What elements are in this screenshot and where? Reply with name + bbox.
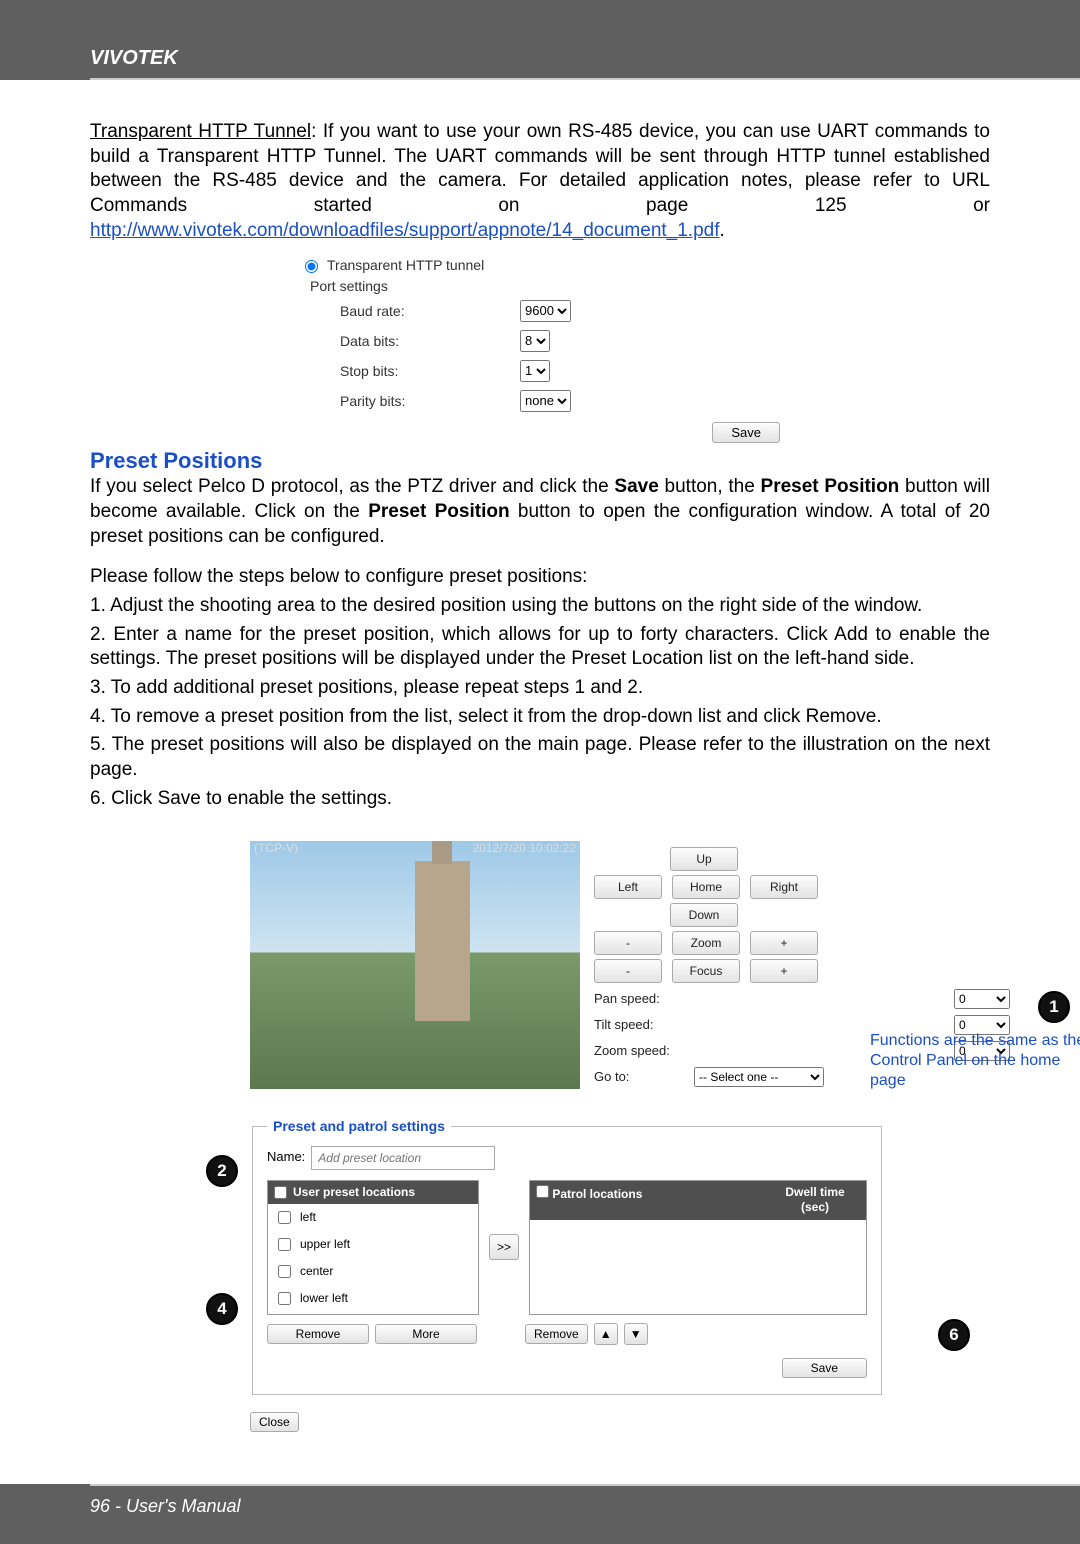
user-preset-header: User preset locations (293, 1185, 415, 1201)
focus-in-button[interactable]: + (750, 959, 818, 983)
ptz-down-button[interactable]: Down (670, 903, 738, 927)
patrol-remove-button[interactable]: Remove (525, 1324, 588, 1344)
preset-checkbox[interactable] (278, 1238, 291, 1251)
tilt-speed-label: Tilt speed: (594, 1017, 694, 1034)
zoom-in-button[interactable]: + (750, 931, 818, 955)
preset-patrol-legend: Preset and patrol settings (267, 1117, 451, 1135)
video-preview: (TCP-V) 2012/7/20 10:02:22 (250, 841, 580, 1089)
page-content: Transparent HTTP Tunnel: If you want to … (90, 120, 990, 1434)
focus-label: Focus (672, 959, 740, 983)
badge-4: 4 (206, 1293, 238, 1325)
footer-text: 96 - User's Manual (90, 1496, 241, 1517)
parity-bits-select[interactable]: none (520, 390, 571, 412)
list-item[interactable]: upper left (268, 1231, 478, 1258)
footer-overline (90, 1484, 1080, 1486)
pan-speed-select[interactable]: 0 (954, 989, 1010, 1009)
port-settings-label: Port settings (300, 277, 780, 295)
preset-config-figure: (TCP-V) 2012/7/20 10:02:22 Up Left Home … (250, 841, 1010, 1433)
preset-paragraph: If you select Pelco D protocol, as the P… (90, 475, 990, 549)
preset-item-label: center (300, 1264, 333, 1280)
user-preset-list: User preset locations left upper left ce… (267, 1180, 479, 1316)
patrol-down-button[interactable]: ▼ (624, 1323, 648, 1345)
baud-label: Baud rate: (300, 302, 520, 320)
zoom-out-button[interactable]: - (594, 931, 662, 955)
preset-name-input[interactable] (311, 1146, 495, 1170)
pan-speed-label: Pan speed: (594, 991, 694, 1008)
tunnel-label: Transparent HTTP Tunnel (90, 121, 311, 142)
close-button[interactable]: Close (250, 1412, 299, 1432)
stop-bits-select[interactable]: 1 (520, 360, 550, 382)
video-timestamp: 2012/7/20 10:02:22 (473, 841, 576, 861)
tunnel-radio-label: Transparent HTTP tunnel (327, 256, 484, 274)
period: . (720, 220, 725, 241)
ptz-left-button[interactable]: Left (594, 875, 662, 899)
preset-patrol-fieldset: Preset and patrol settings Name: User pr… (252, 1117, 882, 1394)
section-title: Preset Positions (90, 447, 990, 476)
tunnel-radio[interactable] (305, 260, 318, 273)
list-item[interactable]: left (268, 1204, 478, 1231)
video-building (415, 861, 470, 1021)
step-5: 5. The preset positions will also be dis… (90, 733, 990, 782)
patrol-header-checkbox[interactable] (536, 1185, 549, 1198)
preset-checkbox[interactable] (278, 1211, 291, 1224)
dwell-header: Dwell time (sec) (770, 1185, 860, 1216)
move-right-button[interactable]: >> (489, 1234, 519, 1260)
p1-pp: Preset Position (761, 476, 900, 497)
appnote-link[interactable]: http://www.vivotek.com/downloadfiles/sup… (90, 220, 720, 241)
p1-pp2: Preset Position (368, 501, 509, 522)
list-item[interactable]: center (268, 1258, 478, 1285)
goto-label: Go to: (594, 1069, 694, 1086)
header-underline (90, 78, 1080, 80)
ptz-home-button[interactable]: Home (672, 875, 740, 899)
focus-out-button[interactable]: - (594, 959, 662, 983)
port-settings-panel: Transparent HTTP tunnel Port settings Ba… (300, 253, 780, 442)
intro-paragraph: Transparent HTTP Tunnel: If you want to … (90, 120, 990, 243)
steps-intro: Please follow the steps below to configu… (90, 565, 990, 590)
preset-item-label: upper left (300, 1237, 350, 1253)
step-2: 2. Enter a name for the preset position,… (90, 623, 990, 672)
preset-save-button[interactable]: Save (782, 1358, 867, 1378)
step-1: 1. Adjust the shooting area to the desir… (90, 594, 990, 619)
badge-6: 6 (938, 1319, 970, 1351)
list-item[interactable]: lower left (268, 1285, 478, 1312)
preset-remove-button[interactable]: Remove (267, 1324, 369, 1344)
step-3: 3. To add additional preset positions, p… (90, 676, 990, 701)
badge-2: 2 (206, 1155, 238, 1187)
header-band: VIVOTEK (0, 0, 1080, 80)
preset-item-label: lower left (300, 1291, 348, 1307)
goto-select[interactable]: -- Select one -- (694, 1067, 824, 1087)
preset-name-label: Name: (267, 1149, 305, 1166)
footer-band: 96 - User's Manual (0, 1484, 1080, 1544)
data-bits-label: Data bits: (300, 332, 520, 350)
port-save-button[interactable]: Save (712, 422, 780, 443)
p1-save: Save (614, 476, 658, 497)
baud-select[interactable]: 9600 (520, 300, 571, 322)
user-preset-header-checkbox[interactable] (274, 1186, 287, 1199)
step-4: 4. To remove a preset position from the … (90, 705, 990, 730)
preset-checkbox[interactable] (278, 1265, 291, 1278)
ptz-right-button[interactable]: Right (750, 875, 818, 899)
preset-more-button[interactable]: More (375, 1324, 477, 1344)
patrol-up-button[interactable]: ▲ (594, 1323, 618, 1345)
preset-item-label: left (300, 1210, 316, 1226)
zoom-speed-label: Zoom speed: (594, 1043, 694, 1060)
tunnel-radio-row: Transparent HTTP tunnel (300, 253, 780, 277)
patrol-header: Patrol locations (552, 1187, 642, 1201)
badge-1: 1 (1038, 991, 1070, 1023)
patrol-list: Patrol locations Dwell time (sec) (529, 1180, 867, 1316)
step-6: 6. Click Save to enable the settings. (90, 787, 990, 812)
p1b: button, the (659, 476, 761, 497)
stop-bits-label: Stop bits: (300, 362, 520, 380)
video-title: (TCP-V) (254, 841, 298, 861)
parity-bits-label: Parity bits: (300, 392, 520, 410)
zoom-label: Zoom (672, 931, 740, 955)
preset-checkbox[interactable] (278, 1292, 291, 1305)
controls-note: Functions are the same as the Control Pa… (870, 1031, 1080, 1091)
ptz-up-button[interactable]: Up (670, 847, 738, 871)
data-bits-select[interactable]: 8 (520, 330, 550, 352)
p1a: If you select Pelco D protocol, as the P… (90, 476, 614, 497)
brand-logo: VIVOTEK (90, 47, 178, 70)
